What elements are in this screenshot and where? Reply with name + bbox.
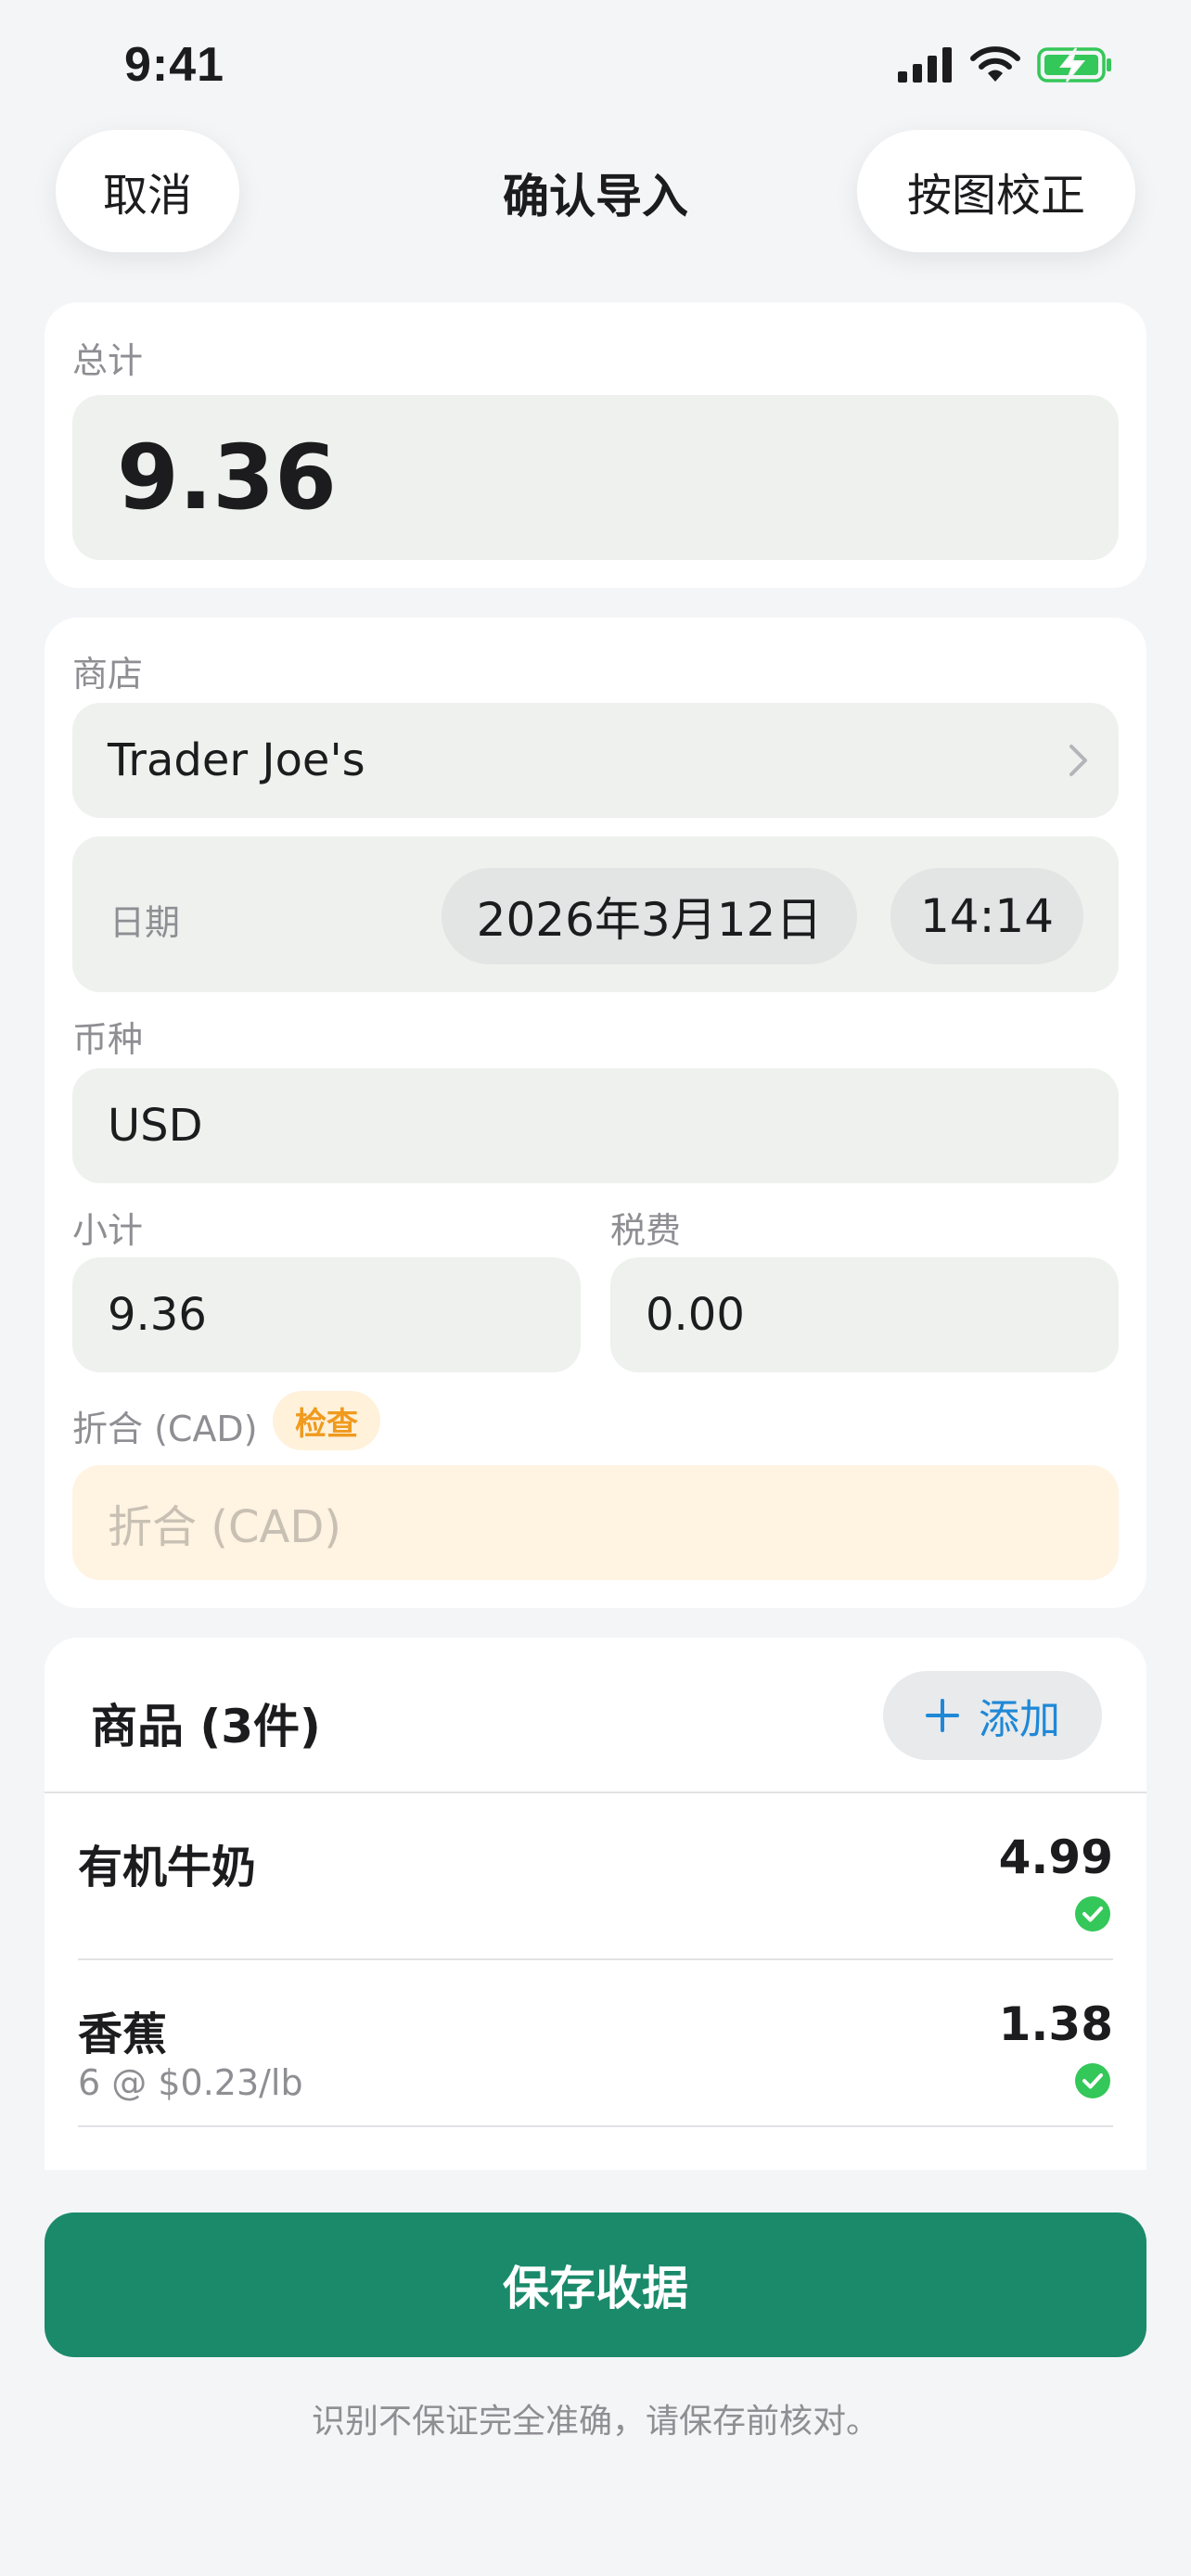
- store-value: Trader Joe's: [108, 734, 365, 786]
- status-time: 9:41: [124, 38, 225, 92]
- plus-icon: [926, 1699, 959, 1732]
- total-input[interactable]: 9.36: [72, 395, 1119, 560]
- currency-label: 币种: [72, 1019, 144, 1060]
- converted-label: 折合 (CAD): [72, 1409, 258, 1449]
- total-label: 总计: [72, 340, 144, 381]
- item-price: 1.38: [998, 1997, 1113, 2051]
- check-badge: 检查: [273, 1391, 380, 1450]
- subtotal-label: 小计: [72, 1210, 144, 1251]
- verified-check-icon: [1075, 2063, 1110, 2098]
- items-card: 商品 (3件) 添加 有机牛奶 4.99 香蕉 6 @ $0.23/lb 1.3…: [45, 1638, 1146, 2170]
- status-bar: 9:41: [0, 0, 1191, 130]
- total-card: 总计 9.36: [45, 302, 1146, 588]
- chevron-right-icon: [1069, 745, 1087, 776]
- item-row[interactable]: 有机牛奶 4.99: [78, 1793, 1113, 1960]
- item-name: 有机牛奶: [78, 1842, 257, 1894]
- item-name: 香蕉: [78, 2009, 168, 2060]
- verified-check-icon: [1075, 1896, 1110, 1932]
- store-selector[interactable]: Trader Joe's: [72, 703, 1119, 818]
- battery-charging-icon: [1037, 47, 1111, 83]
- receipt-info-card: 商店 Trader Joe's 日期 2026年3月12日 14:14 币种 U…: [45, 618, 1146, 1608]
- store-label: 商店: [72, 654, 144, 695]
- add-item-label: 添加: [979, 1696, 1060, 1743]
- converted-input[interactable]: 折合 (CAD): [72, 1465, 1119, 1580]
- tax-input[interactable]: 0.00: [610, 1257, 1119, 1372]
- confirm-import-screen: 9:41 取消 确认导入 按图校正 总计 9.36 商店 Trader Joe'…: [0, 0, 1191, 2576]
- status-icons: [898, 46, 1113, 83]
- item-row[interactable]: 香蕉 6 @ $0.23/lb 1.38: [78, 1960, 1113, 2127]
- currency-field[interactable]: USD: [72, 1068, 1119, 1183]
- cellular-signal-icon: [898, 47, 952, 83]
- date-picker[interactable]: 2026年3月12日: [442, 868, 857, 964]
- items-title: 商品 (3件): [91, 1700, 321, 1753]
- accuracy-note: 识别不保证完全准确，请保存前核对。: [311, 2403, 879, 2441]
- subtotal-input[interactable]: 9.36: [72, 1257, 581, 1372]
- date-label: 日期: [109, 902, 181, 943]
- tax-label: 税费: [610, 1210, 682, 1251]
- correct-by-image-button[interactable]: 按图校正: [857, 130, 1135, 252]
- time-picker[interactable]: 14:14: [890, 868, 1083, 964]
- add-item-button[interactable]: 添加: [883, 1671, 1102, 1760]
- wifi-icon: [970, 46, 1020, 82]
- item-detail: 6 @ $0.23/lb: [78, 2062, 303, 2103]
- item-price: 4.99: [998, 1830, 1113, 1884]
- date-row: 日期 2026年3月12日 14:14: [72, 836, 1119, 992]
- save-receipt-button[interactable]: 保存收据: [45, 2213, 1146, 2357]
- items-header: 商品 (3件) 添加: [45, 1638, 1146, 1793]
